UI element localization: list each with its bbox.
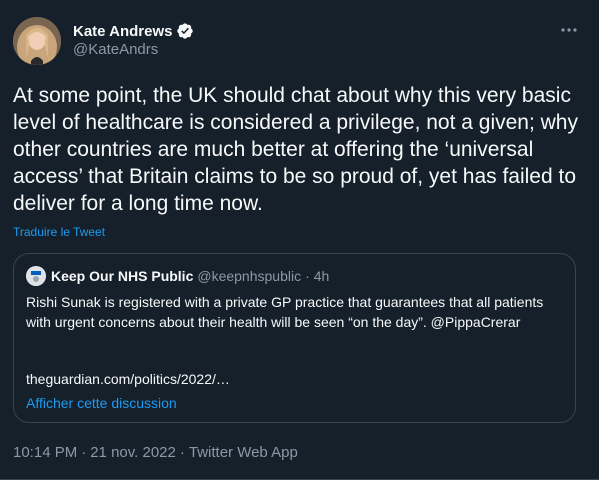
tweet-source: Twitter Web App	[188, 444, 298, 461]
tweet-time[interactable]: 10:14 PM	[13, 444, 77, 461]
quoted-tweet-text: Rishi Sunak is registered with a private…	[26, 294, 544, 330]
tweet-text: At some point, the UK should chat about …	[13, 84, 578, 215]
quoted-separator: ·	[305, 268, 310, 284]
show-thread-link[interactable]: Afficher cette discussion	[26, 395, 177, 411]
translate-tweet-link[interactable]: Traduire le Tweet	[13, 225, 105, 239]
author-handle[interactable]: @KateAndrs	[73, 41, 158, 58]
author-name-row[interactable]: Kate Andrews	[73, 21, 194, 41]
author-avatar[interactable]	[13, 17, 61, 65]
quoted-tweet-link[interactable]: theguardian.com/politics/2022/…	[26, 371, 230, 387]
quoted-timestamp: 4h	[313, 268, 330, 284]
quoted-author-name: Keep Our NHS Public	[51, 268, 194, 284]
meta-separator: ·	[81, 444, 87, 461]
meta-separator: ·	[179, 444, 185, 461]
author-name[interactable]: Kate Andrews	[73, 23, 172, 40]
quoted-author-avatar	[26, 266, 46, 286]
quoted-tweet-header: Keep Our NHS Public @keepnhspublic · 4h	[26, 266, 329, 286]
quoted-author-handle: @keepnhspublic	[197, 268, 302, 284]
tweet-meta: 10:14 PM · 21 nov. 2022 · Twitter Web App	[13, 444, 298, 461]
more-options-icon[interactable]	[559, 20, 579, 40]
tweet-date[interactable]: 21 nov. 2022	[90, 444, 176, 461]
verified-badge-icon	[176, 22, 194, 40]
tweet-detail: Kate Andrews @KateAndrs At some point, t…	[0, 0, 599, 480]
quoted-tweet[interactable]: Keep Our NHS Public @keepnhspublic · 4h …	[13, 253, 576, 423]
